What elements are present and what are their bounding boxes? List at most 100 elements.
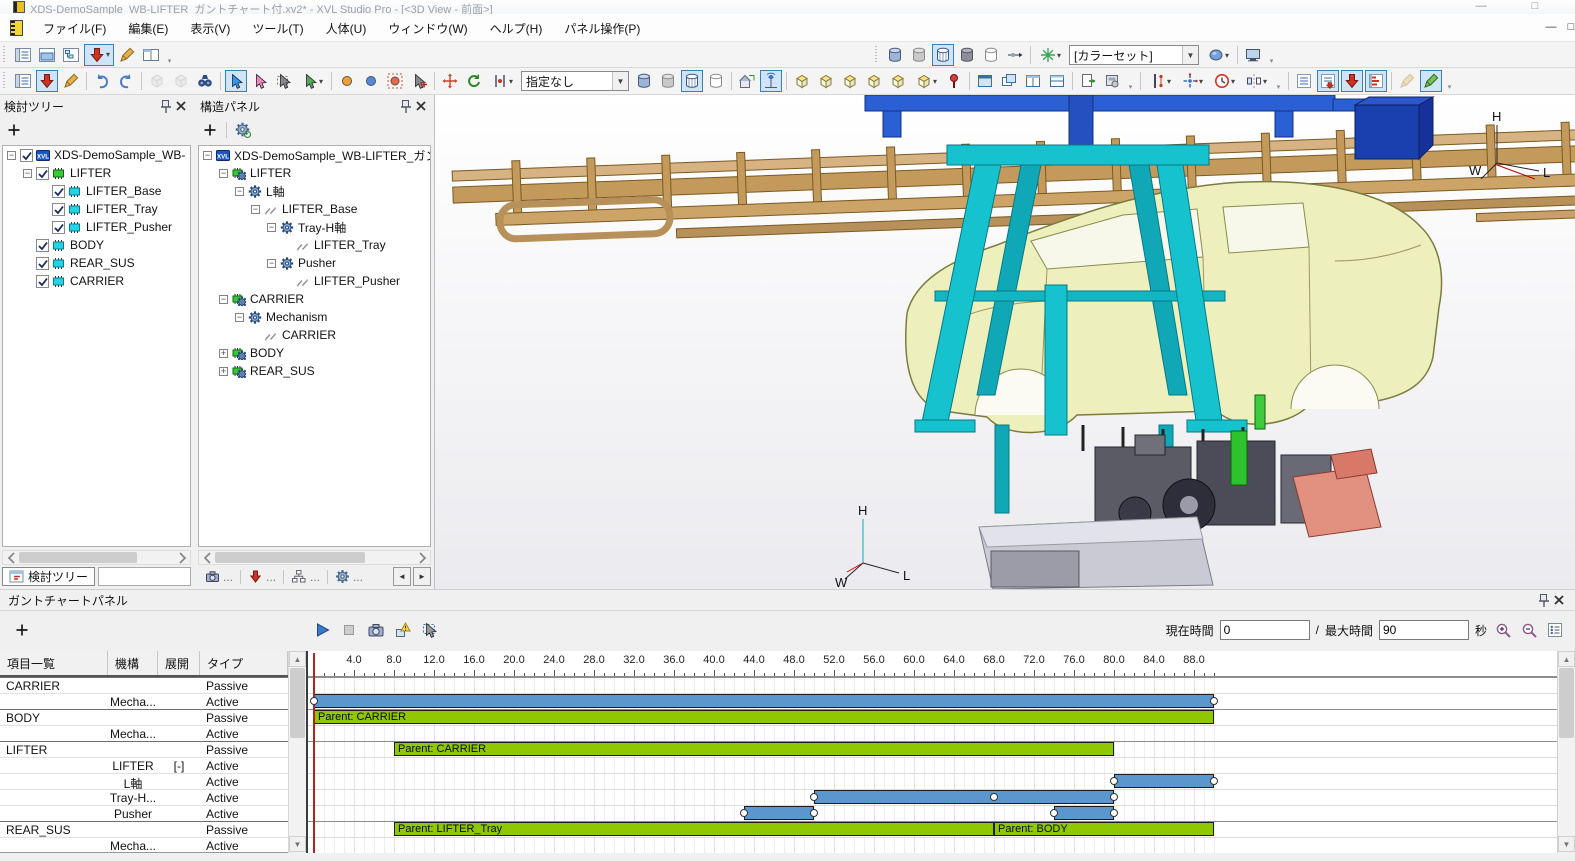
panel-struct-button[interactable] bbox=[60, 44, 82, 66]
scroll-thumb[interactable] bbox=[290, 668, 305, 738]
pin-note-button[interactable] bbox=[943, 70, 965, 92]
pin-icon[interactable] bbox=[397, 98, 413, 114]
cyl-solid-button[interactable] bbox=[884, 44, 906, 66]
level-button[interactable]: ▾ bbox=[487, 70, 517, 92]
cursor-plus-button[interactable] bbox=[408, 70, 430, 92]
gantt-bar-active-5[interactable] bbox=[744, 806, 814, 820]
tree-item-XDS-DemoSample_WB-[interactable]: −XVLXDS-DemoSample_WB- bbox=[3, 146, 190, 164]
bar-handle[interactable] bbox=[1110, 809, 1118, 817]
blob-button[interactable]: ▾ bbox=[1203, 44, 1233, 66]
scroll-left-icon[interactable] bbox=[199, 551, 215, 564]
scroll-up-button[interactable]: ▲ bbox=[289, 651, 306, 667]
menu-item-5[interactable]: ウィンドウ(W) bbox=[377, 16, 478, 41]
undo-button[interactable] bbox=[91, 70, 113, 92]
axis-pin-button[interactable] bbox=[1004, 44, 1026, 66]
dot-red-button[interactable] bbox=[384, 70, 406, 92]
menu-item-2[interactable]: 表示(V) bbox=[179, 16, 241, 41]
tree-item-LIFTER_Base[interactable]: −LIFTER_Base bbox=[199, 200, 430, 218]
gantt-table-row-4[interactable]: LIFTERPassive bbox=[0, 741, 288, 757]
panel-image-button[interactable] bbox=[36, 44, 58, 66]
toolbar-overflow-icon[interactable]: ▾ bbox=[1445, 71, 1454, 91]
add-structure-button[interactable] bbox=[200, 120, 220, 140]
menu-item-6[interactable]: ヘルプ(H) bbox=[479, 16, 554, 41]
menu-item-3[interactable]: ツール(T) bbox=[241, 16, 314, 41]
cyl-outline-button[interactable] bbox=[980, 44, 1002, 66]
gantt-settings-button[interactable] bbox=[1545, 620, 1565, 640]
toolbar-overflow-icon[interactable]: ▾ bbox=[1126, 71, 1135, 91]
tree-item-Pusher[interactable]: −Pusher bbox=[199, 254, 430, 272]
column-header-2[interactable]: 展開 bbox=[158, 651, 200, 675]
scroll-thumb[interactable] bbox=[215, 552, 365, 563]
collapse-icon[interactable]: − bbox=[203, 151, 212, 160]
antenna-button[interactable] bbox=[760, 70, 782, 92]
gantt-time-ruler[interactable]: 4.08.012.016.020.024.028.032.036.040.044… bbox=[308, 651, 1575, 677]
dot-orange-button[interactable] bbox=[336, 70, 358, 92]
cursor-green-button[interactable]: ▾ bbox=[297, 70, 327, 92]
gantt-chart[interactable]: 4.08.012.016.020.024.028.032.036.040.044… bbox=[306, 651, 1575, 853]
cubef-button[interactable] bbox=[791, 70, 813, 92]
zoom-in-button[interactable] bbox=[1493, 620, 1513, 640]
add-review-button[interactable] bbox=[4, 120, 24, 140]
visibility-checkbox[interactable] bbox=[36, 257, 49, 270]
move-dots-button[interactable]: ▾ bbox=[1177, 70, 1207, 92]
tab-snapshot[interactable]: ... bbox=[198, 567, 240, 586]
clock-button[interactable]: ▾ bbox=[1209, 70, 1239, 92]
tree-item-Mechanism[interactable]: −Mechanism bbox=[199, 308, 430, 326]
dot-blue-button[interactable] bbox=[360, 70, 382, 92]
selection-combo[interactable]: 指定なし▼ bbox=[521, 71, 629, 91]
redo-button[interactable] bbox=[115, 70, 137, 92]
close-icon[interactable] bbox=[413, 98, 429, 114]
scroll-down-button[interactable]: ▼ bbox=[1558, 836, 1575, 852]
gantt-bar-active-3[interactable] bbox=[1114, 774, 1214, 788]
gantt-table-vscrollbar[interactable]: ▲ ▼ bbox=[288, 651, 306, 853]
collapse-icon[interactable]: − bbox=[235, 313, 244, 322]
expand-icon[interactable]: + bbox=[219, 349, 228, 358]
tree-item-CARRIER[interactable]: CARRIER bbox=[3, 272, 190, 290]
pencil-button[interactable] bbox=[60, 70, 82, 92]
gantt-table-row-7[interactable]: Tray-H...Active bbox=[0, 789, 288, 805]
ruler-v-button[interactable]: ▾ bbox=[1145, 70, 1175, 92]
column-header-3[interactable]: タイプ bbox=[200, 651, 288, 675]
visibility-checkbox[interactable] bbox=[52, 185, 65, 198]
gantt-table-row-6[interactable]: L軸Active bbox=[0, 773, 288, 789]
cubef-button[interactable] bbox=[863, 70, 885, 92]
cubef-button[interactable] bbox=[815, 70, 837, 92]
scroll-thumb[interactable] bbox=[1559, 668, 1574, 738]
cyl-outline-button[interactable] bbox=[705, 70, 727, 92]
tab-scroll-right-button[interactable]: ► bbox=[413, 567, 431, 586]
monitor-button[interactable] bbox=[1242, 44, 1264, 66]
cyl-solid-button[interactable] bbox=[633, 70, 655, 92]
scroll-right-icon[interactable] bbox=[174, 551, 190, 564]
tree-item-LIFTER_Tray[interactable]: LIFTER_Tray bbox=[3, 200, 190, 218]
arrow-red-button[interactable] bbox=[1341, 70, 1363, 92]
colorset-combo[interactable]: [カラーセット]▼ bbox=[1069, 45, 1199, 65]
current-time-cursor[interactable] bbox=[313, 653, 315, 853]
gantt-panel-caption[interactable]: ガントチャートパネル bbox=[0, 589, 1575, 611]
cubef-button[interactable] bbox=[887, 70, 909, 92]
collapse-icon[interactable]: − bbox=[267, 259, 276, 268]
toolbar-grip[interactable] bbox=[3, 46, 8, 64]
panel-tree-button[interactable] bbox=[12, 70, 34, 92]
menu-item-7[interactable]: パネル操作(P) bbox=[553, 16, 651, 41]
cyl-wire-button[interactable] bbox=[681, 70, 703, 92]
column-header-1[interactable]: 機構 bbox=[108, 651, 158, 675]
tree-item-LIFTER_Tray[interactable]: LIFTER_Tray bbox=[199, 236, 430, 254]
list-button[interactable] bbox=[1293, 70, 1315, 92]
toolbar-grip[interactable] bbox=[3, 72, 8, 90]
arrow-red-button[interactable]: ▾ bbox=[84, 44, 114, 66]
title-bar[interactable]: XDS-DemoSample_WB-LIFTER_ガントチャート付.xv2* -… bbox=[0, 0, 1575, 14]
cyl-gray-button[interactable] bbox=[657, 70, 679, 92]
toolbar-overflow-icon[interactable]: ▾ bbox=[1274, 71, 1283, 91]
scroll-right-icon[interactable] bbox=[414, 551, 430, 564]
close-icon[interactable] bbox=[1551, 592, 1567, 608]
menu-item-4[interactable]: 人体(U) bbox=[315, 16, 378, 41]
gantt-table-row-5[interactable]: LIFTER[-]Active bbox=[0, 757, 288, 773]
panel-tree-button[interactable] bbox=[12, 44, 34, 66]
cube-button[interactable] bbox=[170, 70, 192, 92]
export1-button[interactable] bbox=[1077, 70, 1099, 92]
gantt-table-row-0[interactable]: CARRIERPassive bbox=[0, 677, 288, 693]
tree-item-CARRIER[interactable]: −CARRIER bbox=[199, 290, 430, 308]
bar-handle[interactable] bbox=[310, 697, 318, 705]
split-h-button[interactable] bbox=[1046, 70, 1068, 92]
cursor-blue-button[interactable] bbox=[225, 70, 247, 92]
